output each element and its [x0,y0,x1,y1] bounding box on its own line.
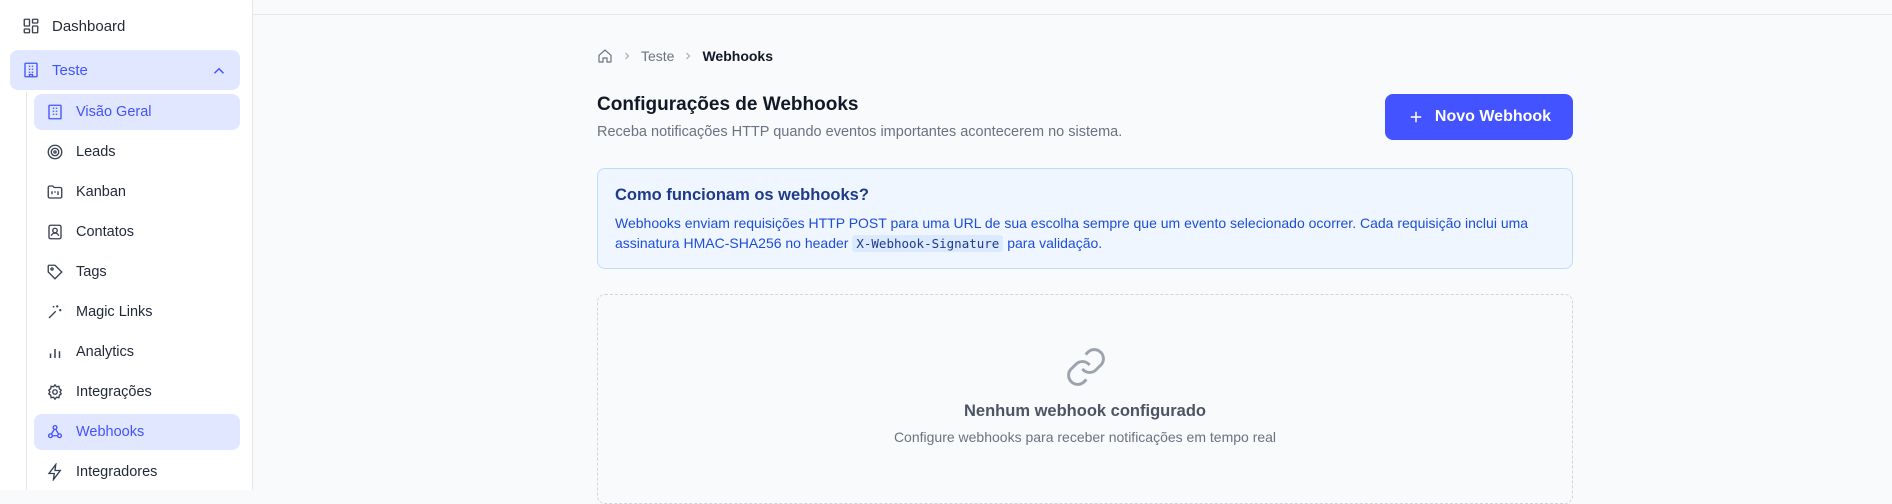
sidebar-item-magic-links[interactable]: Magic Links [34,294,240,330]
empty-text: Configure webhooks para receber notifica… [893,429,1277,445]
sidebar-item-kanban[interactable]: Kanban [34,174,240,210]
sidebar-group-teste[interactable]: Teste [10,50,240,90]
sidebar-item-label: Contatos [76,224,135,240]
webhook-icon [46,423,64,441]
info-title: Como funcionam os webhooks? [615,186,869,204]
info-box: Como funcionam os webhooks? Webhooks env… [597,168,1573,269]
empty-title: Nenhum webhook configurado [964,402,1206,420]
sidebar-item-label: Leads [76,144,116,160]
sidebar-item-integradores[interactable]: Integradores [34,454,240,490]
sidebar-item-label: Webhooks [76,424,145,440]
sparkles-icon [46,303,64,321]
sidebar-item-integracoes[interactable]: Integrações [34,374,240,410]
sidebar-item-label: Visão Geral [76,104,152,120]
sidebar: Dashboard Teste Visão Geral Leads Kanban [0,0,253,490]
chevron-right-icon [621,50,633,62]
page-title: Configurações de Webhooks [597,94,859,115]
tag-icon [46,263,64,281]
empty-state: Nenhum webhook configurado Configure web… [597,294,1573,504]
chevron-right-icon [682,50,694,62]
link-icon [1064,345,1108,389]
building-icon [46,103,64,121]
sidebar-item-tags[interactable]: Tags [34,254,240,290]
sidebar-item-label: Analytics [76,344,135,360]
page-subtitle: Receba notificações HTTP quando eventos … [597,124,1123,140]
sidebar-item-leads[interactable]: Leads [34,134,240,170]
building-icon [22,61,40,79]
sidebar-item-label: Kanban [76,184,126,200]
dashboard-icon [22,17,40,35]
info-text: Webhooks enviam requisições HTTP POST pa… [615,213,1555,254]
kanban-icon [46,183,64,201]
top-divider [253,14,1892,15]
breadcrumb-parent[interactable]: Teste [641,48,674,64]
chevron-up-icon[interactable] [210,62,228,80]
sidebar-item-analytics[interactable]: Analytics [34,334,240,370]
sidebar-item-webhooks[interactable]: Webhooks [34,414,240,450]
sidebar-item-label: Magic Links [76,304,153,320]
contact-icon [46,223,64,241]
sidebar-item-label: Dashboard [52,17,126,35]
sidebar-item-label: Tags [76,264,107,280]
sidebar-item-label: Integrações [76,384,152,400]
breadcrumb: Teste Webhooks [597,48,773,64]
new-webhook-button[interactable]: Novo Webhook [1385,94,1573,140]
info-text-after: para validação. [1003,235,1103,251]
subtree-line [26,92,27,490]
sidebar-item-visao-geral[interactable]: Visão Geral [34,94,240,130]
zap-icon [46,463,64,481]
sidebar-item-label: Integradores [76,464,158,480]
bar-chart-icon [46,343,64,361]
sidebar-group-label: Teste [52,61,88,79]
gear-icon [46,383,64,401]
header-code: X-Webhook-Signature [852,235,1004,252]
breadcrumb-current: Webhooks [702,48,773,64]
home-icon[interactable] [597,48,613,64]
target-icon [46,143,64,161]
sidebar-item-contatos[interactable]: Contatos [34,214,240,250]
sidebar-item-dashboard[interactable]: Dashboard [10,8,240,44]
plus-icon [1407,108,1425,126]
new-webhook-label: Novo Webhook [1434,108,1552,125]
